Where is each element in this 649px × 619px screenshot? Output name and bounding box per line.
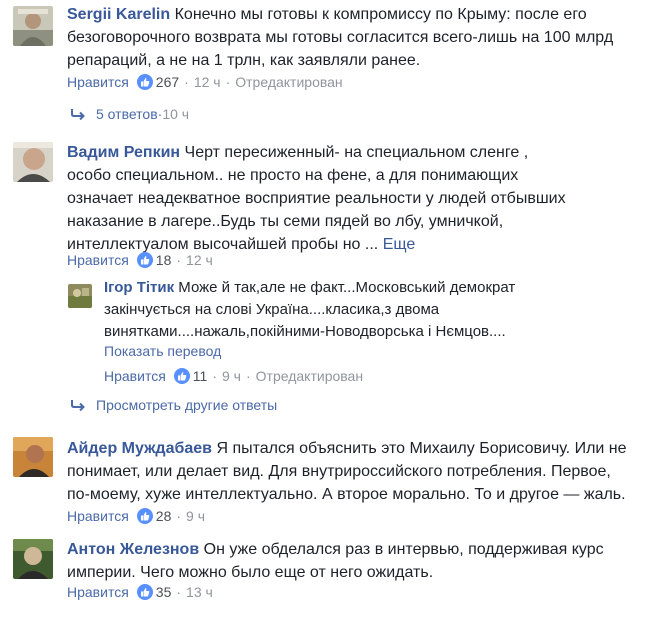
timestamp[interactable]: 9 ч bbox=[186, 508, 205, 524]
thumbs-up-icon[interactable] bbox=[136, 252, 153, 268]
separator: · bbox=[176, 508, 182, 524]
thumbs-up-icon[interactable] bbox=[136, 74, 153, 90]
reply-arrow-icon bbox=[71, 109, 85, 120]
like-button[interactable]: Нравится bbox=[67, 584, 129, 600]
reply-arrow-icon bbox=[71, 400, 85, 411]
comment-body: Айдер Муждабаев Я пытался объяснить это … bbox=[67, 437, 627, 506]
show-translation-link[interactable]: Показать перевод bbox=[104, 343, 221, 359]
comment-actions: Нравится 28 · 9 ч bbox=[67, 508, 205, 524]
avatar[interactable] bbox=[13, 437, 53, 477]
comment-body: Антон Железнов Он уже обделался раз в ин… bbox=[67, 538, 627, 584]
reply-actions: Нравится 11 · 9 ч · Отредактирован bbox=[104, 368, 363, 384]
like-button[interactable]: Нравится bbox=[67, 508, 129, 524]
timestamp[interactable]: 12 ч bbox=[186, 252, 213, 268]
separator: · bbox=[212, 368, 217, 384]
separator: · bbox=[225, 74, 231, 90]
thumbs-up-icon[interactable] bbox=[136, 584, 153, 600]
edited-label[interactable]: Отредактирован bbox=[256, 368, 363, 384]
like-button[interactable]: Нравится bbox=[67, 252, 129, 268]
separator: · bbox=[176, 584, 182, 600]
separator: · bbox=[184, 74, 189, 90]
separator: · bbox=[176, 252, 182, 268]
separator: · bbox=[245, 368, 251, 384]
see-more-link[interactable]: Еще bbox=[383, 236, 416, 253]
timestamp[interactable]: 13 ч bbox=[186, 584, 213, 600]
avatar[interactable] bbox=[13, 539, 53, 579]
view-replies-link[interactable]: 5 ответов · 10 ч bbox=[70, 106, 189, 122]
like-button[interactable]: Нравится bbox=[104, 368, 166, 384]
comment-author[interactable]: Айдер Муждабаев bbox=[67, 440, 212, 457]
thumbs-up-icon[interactable] bbox=[136, 508, 153, 524]
reply-body: Ігор Тітик Може й так,але не факт...Моск… bbox=[104, 277, 544, 343]
replies-count[interactable]: 5 ответов bbox=[96, 106, 158, 122]
reaction-count[interactable]: 267 bbox=[156, 74, 179, 90]
comment-body: Sergii Karelin Конечно мы готовы к компр… bbox=[67, 3, 627, 72]
edited-label[interactable]: Отредактирован bbox=[235, 74, 342, 90]
avatar[interactable] bbox=[13, 6, 53, 46]
comment-author[interactable]: Вадим Репкин bbox=[67, 144, 180, 161]
more-replies-label[interactable]: Просмотреть другие ответы bbox=[96, 397, 277, 413]
replies-timestamp: 10 ч bbox=[162, 106, 190, 122]
comment-body: Вадим Репкин Черт пересиженный- на специ… bbox=[67, 141, 567, 256]
reply-avatar[interactable] bbox=[68, 284, 92, 308]
like-button[interactable]: Нравится bbox=[67, 74, 129, 90]
reaction-count[interactable]: 28 bbox=[156, 508, 172, 524]
avatar[interactable] bbox=[13, 142, 53, 182]
reaction-count[interactable]: 18 bbox=[156, 252, 172, 268]
reaction-count[interactable]: 11 bbox=[193, 368, 208, 384]
view-more-replies-link[interactable]: Просмотреть другие ответы bbox=[70, 397, 277, 413]
comment-actions: Нравится 35 · 13 ч bbox=[67, 584, 213, 600]
timestamp[interactable]: 12 ч bbox=[194, 74, 221, 90]
reaction-count[interactable]: 35 bbox=[156, 584, 172, 600]
comment-actions: Нравится 267 · 12 ч · Отредактирован bbox=[67, 74, 343, 90]
thumbs-up-icon[interactable] bbox=[173, 368, 190, 384]
comment-actions: Нравится 18 · 12 ч bbox=[67, 252, 213, 268]
reply-author[interactable]: Ігор Тітик bbox=[104, 279, 174, 296]
comment-author[interactable]: Sergii Karelin bbox=[67, 6, 170, 23]
timestamp[interactable]: 9 ч bbox=[222, 368, 241, 384]
comment-author[interactable]: Антон Железнов bbox=[67, 541, 199, 558]
